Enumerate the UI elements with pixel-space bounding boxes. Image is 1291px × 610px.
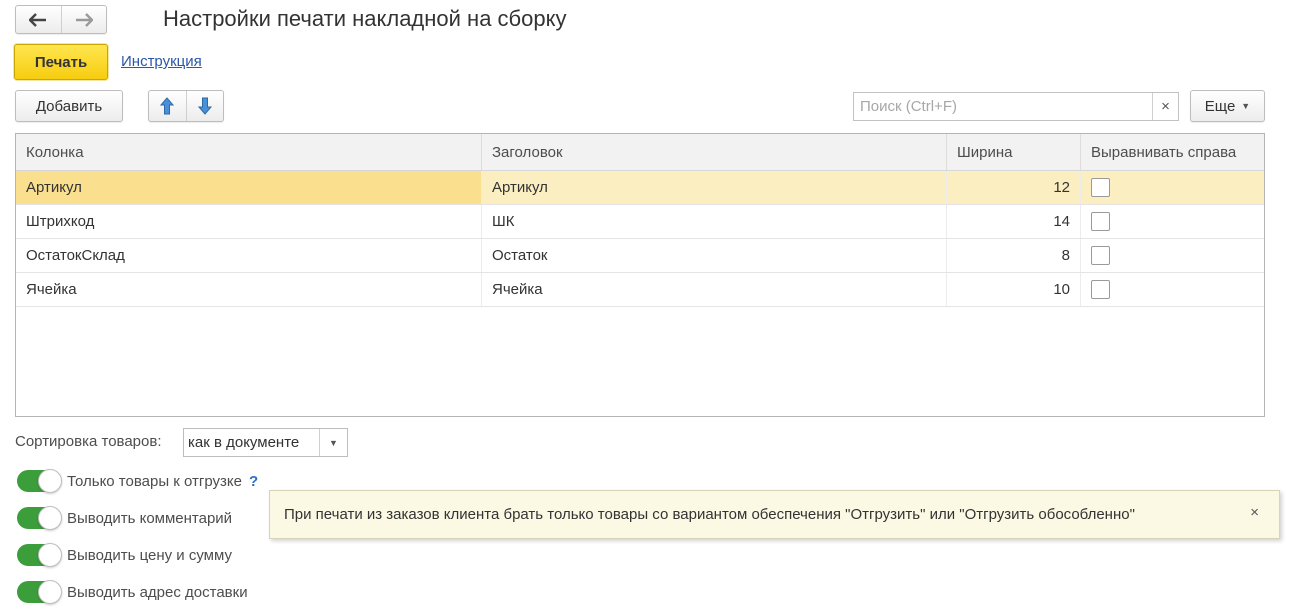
arrow-right-icon	[75, 12, 93, 27]
help-tooltip: При печати из заказов клиента брать толь…	[269, 490, 1280, 539]
align-right-checkbox[interactable]	[1091, 280, 1110, 299]
close-icon: ×	[1161, 98, 1170, 115]
align-right-checkbox[interactable]	[1091, 178, 1110, 197]
column-header-column[interactable]: Колонка	[16, 134, 482, 170]
align-right-checkbox[interactable]	[1091, 246, 1110, 265]
tooltip-text: При печати из заказов клиента брать толь…	[284, 506, 1135, 523]
switch-knob	[38, 469, 62, 493]
price-switch[interactable]	[17, 543, 62, 567]
switch-knob	[38, 580, 62, 604]
column-header-align-right[interactable]: Выравнивать справа	[1081, 134, 1264, 170]
table-row[interactable]: ОстатокСклад Остаток 8	[16, 239, 1264, 273]
align-right-checkbox[interactable]	[1091, 212, 1110, 231]
chevron-down-icon: ▼	[1241, 101, 1251, 111]
table-row[interactable]: Штрихкод ШК 14	[16, 205, 1264, 239]
only-shipping-switch[interactable]	[17, 469, 62, 493]
cell-column[interactable]: Артикул	[16, 171, 482, 204]
columns-table: Колонка Заголовок Ширина Выравнивать спр…	[15, 133, 1265, 417]
cell-header[interactable]: Ячейка	[482, 273, 947, 306]
toggle-label: Выводить комментарий	[67, 509, 233, 527]
move-buttons	[148, 90, 224, 122]
chevron-down-icon: ▼	[329, 437, 338, 448]
arrow-left-icon	[29, 12, 47, 27]
sort-value[interactable]: как в документе	[184, 429, 319, 456]
sort-dropdown-button[interactable]: ▼	[319, 429, 347, 456]
toggle-price: Выводить цену и сумму	[17, 543, 232, 567]
switch-knob	[38, 506, 62, 530]
back-button[interactable]	[16, 6, 61, 33]
cell-column[interactable]: Ячейка	[16, 273, 482, 306]
move-down-button[interactable]	[185, 91, 224, 121]
instruction-link[interactable]: Инструкция	[121, 53, 202, 70]
cell-header[interactable]: Остаток	[482, 239, 947, 272]
more-button[interactable]: Еще ▼	[1190, 90, 1265, 122]
arrow-down-icon	[197, 97, 212, 115]
search-field: ×	[853, 92, 1179, 121]
cell-header[interactable]: ШК	[482, 205, 947, 238]
cell-width[interactable]: 14	[947, 205, 1081, 238]
cell-align-right	[1081, 239, 1264, 272]
toggle-label: Выводить цену и сумму	[67, 546, 232, 564]
column-header-title[interactable]: Заголовок	[482, 134, 947, 170]
search-input[interactable]	[854, 93, 1152, 120]
toggle-label: Только товары к отгрузке	[67, 472, 242, 490]
help-icon[interactable]: ?	[249, 473, 258, 490]
cell-width[interactable]: 10	[947, 273, 1081, 306]
print-button[interactable]: Печать	[14, 44, 108, 80]
cell-width[interactable]: 12	[947, 171, 1081, 204]
toggle-only-shipping: Только товары к отгрузке ?	[17, 469, 258, 493]
table-row[interactable]: Ячейка Ячейка 10	[16, 273, 1264, 307]
cell-column[interactable]: ОстатокСклад	[16, 239, 482, 272]
table-row[interactable]: Артикул Артикул 12	[16, 171, 1264, 205]
toggle-address: Выводить адрес доставки	[17, 580, 248, 604]
cell-header[interactable]: Артикул	[482, 171, 947, 204]
comment-switch[interactable]	[17, 506, 62, 530]
add-button[interactable]: Добавить	[15, 90, 123, 122]
cell-align-right	[1081, 205, 1264, 238]
toggle-label: Выводить адрес доставки	[67, 583, 248, 601]
cell-align-right	[1081, 171, 1264, 204]
close-icon[interactable]: ×	[1250, 504, 1259, 521]
sort-select[interactable]: как в документе ▼	[183, 428, 348, 457]
clear-search-button[interactable]: ×	[1152, 93, 1178, 120]
arrow-up-icon	[160, 97, 175, 115]
forward-button[interactable]	[60, 6, 107, 33]
cell-align-right	[1081, 273, 1264, 306]
cell-column[interactable]: Штрихкод	[16, 205, 482, 238]
table-header: Колонка Заголовок Ширина Выравнивать спр…	[16, 134, 1264, 171]
column-header-width[interactable]: Ширина	[947, 134, 1081, 170]
sort-label: Сортировка товаров:	[15, 433, 162, 450]
more-label: Еще	[1204, 97, 1236, 115]
address-switch[interactable]	[17, 580, 62, 604]
toggle-comment: Выводить комментарий	[17, 506, 232, 530]
cell-width[interactable]: 8	[947, 239, 1081, 272]
navigation-buttons	[15, 5, 107, 34]
move-up-button[interactable]	[149, 91, 186, 121]
page-title: Настройки печати накладной на сборку	[163, 6, 567, 31]
switch-knob	[38, 543, 62, 567]
